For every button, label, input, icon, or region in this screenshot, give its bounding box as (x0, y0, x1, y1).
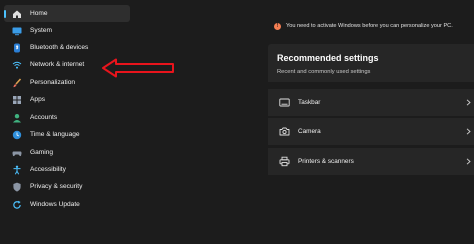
recommended-settings-card: Recommended settings Recent and commonly… (268, 44, 474, 82)
sidebar-item-label: Bluetooth & devices (30, 44, 89, 51)
bluetooth-icon (12, 43, 22, 53)
sidebar-item-label: Accessibility (30, 166, 66, 173)
warning-icon: ! (274, 22, 281, 30)
brush-icon (12, 77, 22, 88)
sidebar-nav: Home System Bluetooth & devices Network … (0, 0, 134, 244)
sidebar-item-label: Time & language (30, 131, 80, 138)
recommended-item-printers-scanners[interactable]: Printers & scanners (268, 148, 474, 175)
activation-banner: ! You need to activate Windows before yo… (268, 16, 474, 36)
update-icon (12, 200, 22, 210)
chevron-right-icon (464, 158, 472, 165)
activation-banner-text: You need to activate Windows before you … (286, 23, 453, 29)
chevron-right-icon (464, 128, 472, 135)
sidebar-item-label: Personalization (30, 79, 76, 86)
wifi-icon (12, 60, 22, 70)
sidebar-item-windows-update[interactable]: Windows Update (4, 196, 130, 213)
recommended-item-label: Printers & scanners (298, 158, 354, 165)
sidebar-item-accessibility[interactable]: Accessibility (4, 161, 130, 178)
recommended-settings-subtitle: Recent and commonly used settings (277, 69, 371, 75)
taskbar-icon (278, 97, 290, 109)
shield-icon (12, 182, 22, 192)
sidebar-item-label: Privacy & security (30, 183, 83, 190)
sidebar-item-gaming[interactable]: Gaming (4, 144, 130, 161)
person-icon (12, 113, 22, 123)
sidebar-item-system[interactable]: System (4, 22, 130, 39)
recommended-item-camera[interactable]: Camera (268, 118, 474, 145)
gamepad-icon (12, 148, 22, 158)
sidebar-item-label: Network & internet (30, 61, 85, 68)
sidebar-item-home[interactable]: Home (4, 5, 130, 22)
recommended-item-label: Camera (298, 128, 321, 135)
recommended-settings-title: Recommended settings (277, 53, 379, 63)
recommended-item-label: Taskbar (298, 99, 321, 106)
sidebar-item-bluetooth-devices[interactable]: Bluetooth & devices (4, 39, 130, 56)
sidebar-item-label: Home (30, 10, 48, 17)
sidebar-item-apps[interactable]: Apps (4, 91, 130, 108)
apps-icon (12, 95, 22, 105)
home-icon (12, 9, 22, 19)
sidebar-item-privacy-security[interactable]: Privacy & security (4, 178, 130, 195)
globe-clock-icon (12, 130, 22, 140)
chevron-right-icon (464, 99, 472, 106)
sidebar-item-label: Gaming (30, 149, 54, 156)
system-icon (12, 26, 22, 36)
sidebar-item-label: System (30, 27, 52, 34)
annotation-arrow-icon (102, 58, 174, 78)
recommended-item-taskbar[interactable]: Taskbar (268, 89, 474, 116)
accessibility-icon (12, 165, 22, 175)
sidebar-item-label: Apps (30, 96, 46, 103)
printer-icon (278, 156, 290, 168)
active-indicator (4, 10, 6, 18)
sidebar-item-accounts[interactable]: Accounts (4, 109, 130, 126)
sidebar-item-label: Accounts (30, 114, 58, 121)
camera-icon (278, 126, 290, 138)
sidebar-item-label: Windows Update (30, 201, 80, 208)
sidebar-item-time-language[interactable]: Time & language (4, 126, 130, 143)
